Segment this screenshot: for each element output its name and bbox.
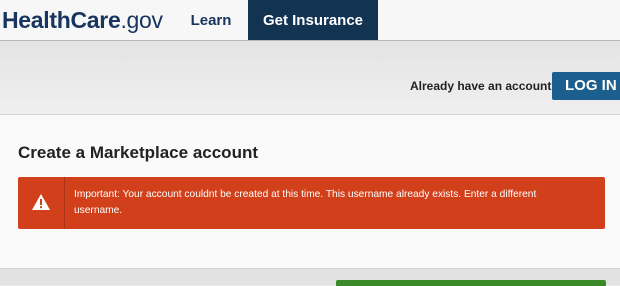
alert-icon-container: [18, 177, 65, 229]
warning-icon: [32, 194, 50, 210]
already-have-account-text: Already have an account?: [410, 79, 559, 93]
top-navigation-bar: HealthCare.gov Learn Get Insurance: [0, 0, 620, 41]
page-title: Create a Marketplace account: [18, 143, 258, 162]
account-bar: Already have an account? LOG IN: [0, 41, 620, 114]
error-alert: Important: Your account couldnt be creat…: [18, 177, 605, 229]
primary-action-button[interactable]: [336, 280, 606, 286]
create-account-panel: Create a Marketplace account Important: …: [0, 114, 620, 269]
nav-tab-get-insurance[interactable]: Get Insurance: [248, 0, 378, 40]
alert-message: Important: Your account couldnt be creat…: [74, 189, 537, 216]
nav-tab-learn[interactable]: Learn: [176, 0, 246, 40]
logo-text-domain: .gov: [120, 7, 163, 33]
login-button[interactable]: LOG IN: [552, 72, 620, 100]
logo-text-brand: HealthCare: [2, 7, 121, 33]
healthcare-gov-logo[interactable]: HealthCare.gov: [2, 7, 163, 34]
